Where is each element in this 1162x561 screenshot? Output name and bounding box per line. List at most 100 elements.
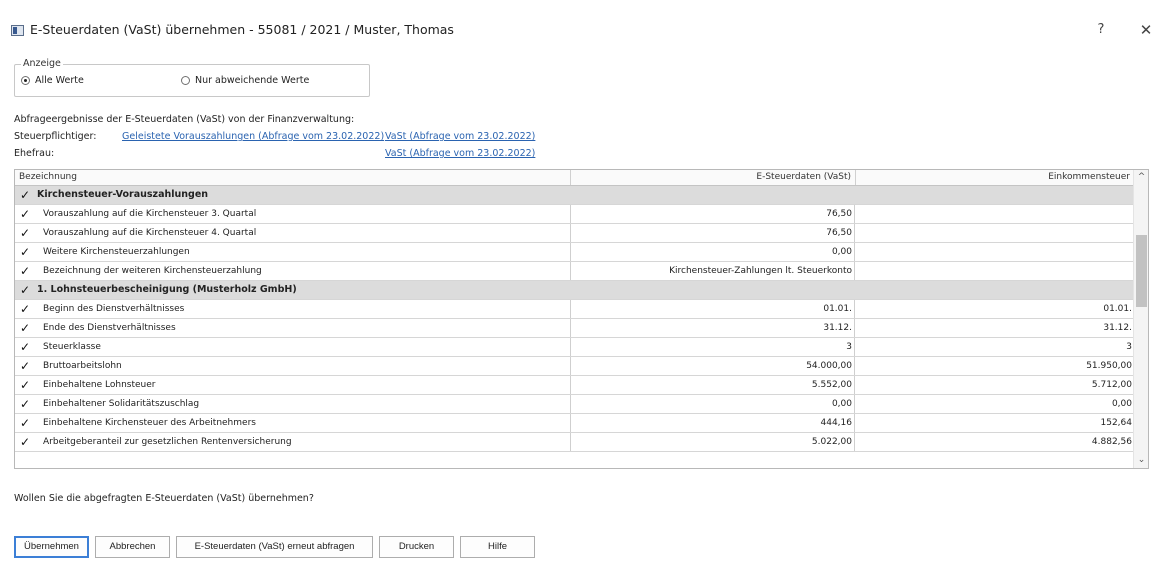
row-income-tax-value: 4.882,56 xyxy=(856,433,1134,451)
row-checkmark-icon[interactable]: ✓ xyxy=(15,186,35,204)
row-income-tax-value xyxy=(856,205,1134,223)
vertical-scrollbar[interactable]: ^ ⌄ xyxy=(1133,170,1148,468)
close-icon[interactable]: ✕ xyxy=(1134,20,1158,40)
requery-button[interactable]: E-Steuerdaten (VaSt) erneut abfragen xyxy=(176,536,373,558)
row-label: Steuerklasse xyxy=(43,342,101,352)
row-vast-value: 76,50 xyxy=(570,224,855,242)
display-groupbox: Anzeige Alle Werte Nur abweichende Werte xyxy=(14,58,370,97)
table-group-row[interactable]: ✓ Kirchensteuer-Vorauszahlungen xyxy=(15,186,1134,205)
taxpayer-vast-link[interactable]: VaSt (Abfrage vom 23.02.2022) xyxy=(385,131,535,142)
row-vast-value: 01.01. xyxy=(570,300,855,318)
row-vast-value: Kirchensteuer-Zahlungen lt. Steuerkonto xyxy=(570,262,855,280)
taxpayer-prepayments-link[interactable]: Geleistete Vorauszahlungen (Abfrage vom … xyxy=(122,131,384,142)
row-label: Einbehaltene Kirchensteuer des Arbeitneh… xyxy=(43,418,256,428)
table-row[interactable]: ✓ Vorauszahlung auf die Kirchensteuer 3. … xyxy=(15,205,1134,224)
row-label: Kirchensteuer-Vorauszahlungen xyxy=(37,189,209,200)
taxpayer-label: Steuerpflichtiger: xyxy=(14,131,97,142)
spouse-label: Ehefrau: xyxy=(14,148,55,159)
row-income-tax-value xyxy=(856,186,1134,204)
row-income-tax-value: 31.12. xyxy=(856,319,1134,337)
column-header-einkommensteuer[interactable]: Einkommensteuer xyxy=(856,170,1134,185)
row-label: Einbehaltene Lohnsteuer xyxy=(43,380,156,390)
help-title-button[interactable]: ? xyxy=(1089,20,1113,40)
cancel-button[interactable]: Abbrechen xyxy=(95,536,170,558)
row-label: Vorauszahlung auf die Kirchensteuer 3. Q… xyxy=(43,209,257,219)
radio-checked-icon[interactable] xyxy=(21,76,30,85)
row-label: Ende des Dienstverhältnisses xyxy=(43,323,176,333)
window-title: E-Steuerdaten (VaSt) übernehmen - 55081 … xyxy=(30,22,454,37)
row-income-tax-value: 01.01. xyxy=(856,300,1134,318)
radio-all-values-label: Alle Werte xyxy=(35,75,84,86)
row-vast-value: 3 xyxy=(570,338,855,356)
grid-rows: ✓ Kirchensteuer-Vorauszahlungen ✓ Vorauszah… xyxy=(15,186,1134,452)
table-group-row[interactable]: ✓ 1. Lohnsteuerbescheinigung (Musterholz … xyxy=(15,281,1134,300)
table-row[interactable]: ✓ Bezeichnung der weiteren Kirchensteuerz… xyxy=(15,262,1134,281)
radio-unchecked-icon[interactable] xyxy=(181,76,190,85)
row-vast-value: 0,00 xyxy=(570,395,855,413)
row-income-tax-value xyxy=(856,262,1134,280)
scrollbar-thumb[interactable] xyxy=(1136,235,1147,307)
row-income-tax-value xyxy=(856,243,1134,261)
row-checkmark-icon[interactable]: ✓ xyxy=(15,224,35,242)
radio-all-values[interactable]: Alle Werte xyxy=(21,75,84,86)
row-label: Beginn des Dienstverhältnisses xyxy=(43,304,185,314)
row-vast-value: 54.000,00 xyxy=(570,357,855,375)
row-income-tax-value xyxy=(856,224,1134,242)
table-row[interactable]: ✓ Einbehaltener Solidaritätszuschlag 0,00 0… xyxy=(15,395,1134,414)
row-income-tax-value: 3 xyxy=(856,338,1134,356)
row-income-tax-value: 0,00 xyxy=(856,395,1134,413)
confirm-question: Wollen Sie die abgefragten E-Steuerdaten… xyxy=(14,493,314,504)
row-income-tax-value: 152,64 xyxy=(856,414,1134,432)
title-bar: E-Steuerdaten (VaSt) übernehmen - 55081 … xyxy=(0,0,1162,40)
query-results-intro: Abfrageergebnisse der E-Steuerdaten (VaS… xyxy=(14,114,355,125)
table-row[interactable]: ✓ Vorauszahlung auf die Kirchensteuer 4. … xyxy=(15,224,1134,243)
row-label: Vorauszahlung auf die Kirchensteuer 4. Q… xyxy=(43,228,257,238)
row-checkmark-icon[interactable]: ✓ xyxy=(15,243,35,261)
row-vast-value: 31.12. xyxy=(570,319,855,337)
column-header-bezeichnung[interactable]: Bezeichnung xyxy=(15,170,571,185)
table-row[interactable]: ✓ Ende des Dienstverhältnisses 31.12. 31.12… xyxy=(15,319,1134,338)
row-vast-value: 0,00 xyxy=(570,243,855,261)
table-row[interactable]: ✓ Steuerklasse 3 3 xyxy=(15,338,1134,357)
display-legend: Anzeige xyxy=(21,58,63,69)
row-label: Bezeichnung der weiteren Kirchensteuerza… xyxy=(43,266,262,276)
row-label: Einbehaltener Solidaritätszuschlag xyxy=(43,399,200,409)
row-vast-value: 5.022,00 xyxy=(570,433,855,451)
row-checkmark-icon[interactable]: ✓ xyxy=(15,281,35,299)
table-row[interactable]: ✓ Arbeitgeberanteil zur gesetzlichen Rent… xyxy=(15,433,1134,452)
help-button[interactable]: Hilfe xyxy=(460,536,535,558)
row-checkmark-icon[interactable]: ✓ xyxy=(15,433,35,451)
accept-button[interactable]: Übernehmen xyxy=(14,536,89,558)
row-checkmark-icon[interactable]: ✓ xyxy=(15,300,35,318)
table-row[interactable]: ✓ Beginn des Dienstverhältnisses 01.01. 01.… xyxy=(15,300,1134,319)
row-label: Bruttoarbeitslohn xyxy=(43,361,122,371)
row-label: Weitere Kirchensteuerzahlungen xyxy=(43,247,190,257)
data-grid: Bezeichnung E-Steuerdaten (VaSt) Einkomm… xyxy=(14,169,1149,469)
row-checkmark-icon[interactable]: ✓ xyxy=(15,319,35,337)
row-checkmark-icon[interactable]: ✓ xyxy=(15,205,35,223)
print-button[interactable]: Drucken xyxy=(379,536,454,558)
table-row[interactable]: ✓ Einbehaltene Kirchensteuer des Arbeitne… xyxy=(15,414,1134,433)
row-checkmark-icon[interactable]: ✓ xyxy=(15,376,35,394)
table-row[interactable]: ✓ Bruttoarbeitslohn 54.000,00 51.950,00 xyxy=(15,357,1134,376)
row-checkmark-icon[interactable]: ✓ xyxy=(15,357,35,375)
row-vast-value: 444,16 xyxy=(570,414,855,432)
spouse-vast-link[interactable]: VaSt (Abfrage vom 23.02.2022) xyxy=(385,148,535,159)
radio-diff-values[interactable]: Nur abweichende Werte xyxy=(181,75,309,86)
grid-header: Bezeichnung E-Steuerdaten (VaSt) Einkomm… xyxy=(15,170,1134,186)
row-income-tax-value: 51.950,00 xyxy=(856,357,1134,375)
radio-diff-values-label: Nur abweichende Werte xyxy=(195,75,310,86)
column-header-vast[interactable]: E-Steuerdaten (VaSt) xyxy=(571,170,856,185)
table-row[interactable]: ✓ Weitere Kirchensteuerzahlungen 0,00 xyxy=(15,243,1134,262)
scroll-up-icon[interactable]: ^ xyxy=(1134,170,1148,185)
row-vast-value: 5.552,00 xyxy=(570,376,855,394)
row-vast-value xyxy=(570,281,855,299)
scroll-down-icon[interactable]: ⌄ xyxy=(1134,453,1148,468)
row-checkmark-icon[interactable]: ✓ xyxy=(15,338,35,356)
row-checkmark-icon[interactable]: ✓ xyxy=(15,262,35,280)
row-label: 1. Lohnsteuerbescheinigung (Musterholz G… xyxy=(37,284,297,295)
row-vast-value: 76,50 xyxy=(570,205,855,223)
row-checkmark-icon[interactable]: ✓ xyxy=(15,395,35,413)
row-checkmark-icon[interactable]: ✓ xyxy=(15,414,35,432)
table-row[interactable]: ✓ Einbehaltene Lohnsteuer 5.552,00 5.712,00 xyxy=(15,376,1134,395)
